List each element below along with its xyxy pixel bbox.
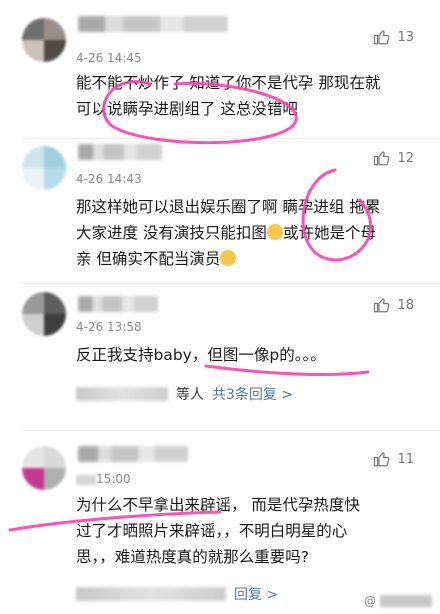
reply-summary[interactable]: 等人 共3条回复 > [76,384,293,404]
like-button[interactable]: 18 [373,296,414,314]
comment-text: 反正我支持baby，但图一像p的。。。 [76,346,326,364]
like-button[interactable]: 12 [373,149,414,167]
avatar[interactable] [22,18,66,62]
thumbs-up-icon [374,151,390,166]
replier-names-blurred [76,387,168,401]
comment-text: 为什么不早拿出来辟谣， 而是代孕热度快 过了才晒照片来辟谣，，不明白明星的心 思… [76,496,360,566]
comment-4: 15:00 11 为什么不早拿出来辟谣， 而是代孕热度快 过了才晒照片来辟谣，，… [0,432,440,614]
comment-time: 4-26 14:43 [76,172,142,186]
divider [22,138,440,139]
like-button[interactable]: 13 [373,28,414,46]
laughing-emoji-icon [220,250,237,266]
view-replies-link[interactable]: 回复 > [234,584,278,604]
comment-2: 4-26 14:43 12 那这样她可以退出娱乐圈了啊 瞒孕进组 拖累 大家进度… [0,140,440,280]
comment-text: 能不能不炒作了 知道了你不是代孕 那现在就 可以说瞒孕进剧组了 这总没错吧 [76,74,381,118]
reply-summary[interactable]: 回复 > [76,584,278,604]
like-count: 12 [397,150,414,166]
like-count: 18 [397,297,414,313]
divider [22,430,440,431]
comment-text: 那这样她可以退出娱乐圈了啊 瞒孕进组 拖累 大家进度 没有演技只能扣图 或许她是个… [76,198,381,268]
username-blurred[interactable] [78,296,158,312]
watermark: @ [364,594,432,608]
comment-1: 4-26 14:45 13 能不能不炒作了 知道了你不是代孕 那现在就 可以说瞒… [0,0,440,140]
reply-suffix: 等人 [176,387,204,403]
username-blurred[interactable] [78,16,228,32]
like-count: 11 [397,451,414,467]
comment-3: 4-26 13:58 18 反正我支持baby，但图一像p的。。。 等人 共3条… [0,284,440,434]
emoji-icon [266,224,283,240]
like-count: 13 [397,29,414,45]
comment-time: 4-26 13:58 [76,320,142,334]
view-replies-link[interactable]: 共3条回复 > [212,384,293,404]
avatar[interactable] [22,292,66,336]
comment-time: 15:00 [76,472,131,486]
replier-names-blurred [76,587,226,601]
avatar[interactable] [22,146,66,190]
thumbs-up-icon [374,452,390,467]
avatar[interactable] [22,446,66,490]
username-blurred[interactable] [78,446,188,462]
username-blurred[interactable] [78,144,162,160]
watermark-at-icon: @ [364,594,376,608]
thumbs-up-icon [374,30,390,45]
comment-time: 4-26 14:45 [76,51,142,65]
watermark-name-blurred [380,595,432,607]
thumbs-up-icon [374,298,390,313]
like-button[interactable]: 11 [373,450,414,468]
